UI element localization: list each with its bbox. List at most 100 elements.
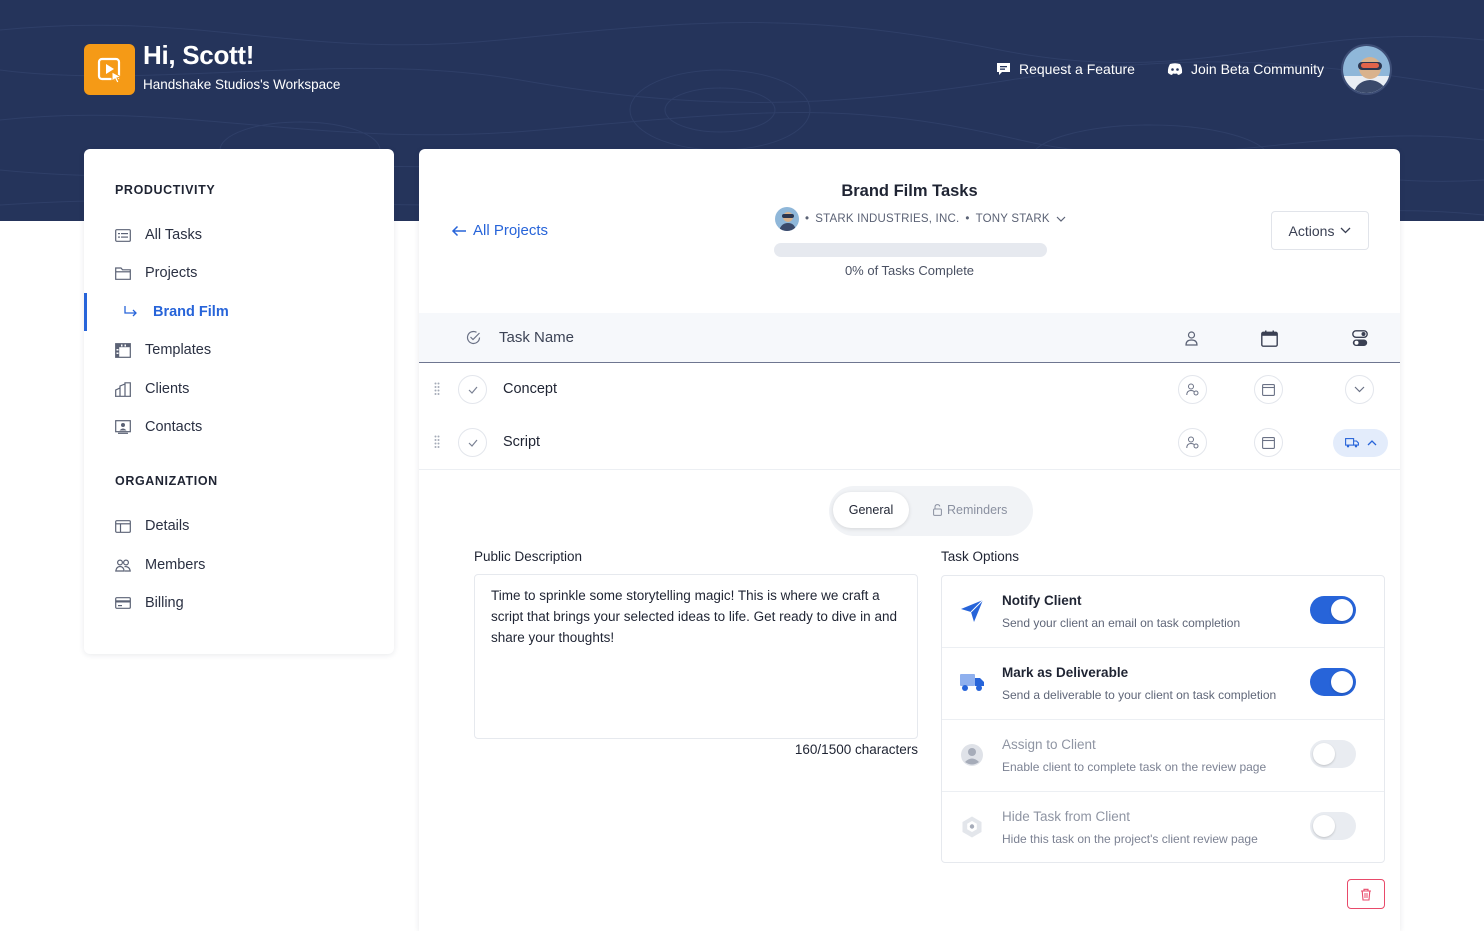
calendar-column-icon[interactable] (1260, 329, 1278, 347)
sidebar-item-label: Contacts (145, 419, 203, 435)
mark-deliverable-toggle[interactable] (1310, 668, 1356, 696)
task-name[interactable]: Concept (503, 381, 557, 397)
option-title: Mark as Deliverable (1002, 665, 1129, 680)
play-cursor-icon (97, 57, 122, 84)
sidebar-item-projects[interactable]: Projects (84, 254, 394, 292)
sidebar-item-details[interactable]: Details (84, 507, 394, 545)
option-subtitle: Hide this task on the project's client r… (1002, 832, 1258, 846)
project-title: Brand Film Tasks (841, 182, 978, 200)
assignee-column-icon[interactable] (1182, 329, 1200, 347)
user-add-icon (1186, 383, 1199, 396)
calendar-icon (1262, 384, 1275, 396)
collapse-row-button[interactable] (1333, 429, 1388, 457)
task-options-list: Notify Client Send your client an email … (941, 575, 1385, 863)
due-date-button[interactable] (1254, 428, 1283, 457)
sidebar-item-members[interactable]: Members (84, 546, 394, 584)
bullet-dot: • (965, 213, 970, 225)
user-circle-icon (959, 742, 985, 768)
tab-reminders[interactable]: Reminders (933, 492, 1007, 528)
task-table-header: Task Name (419, 313, 1400, 363)
chevron-down-icon (1340, 227, 1351, 234)
drag-handle-icon[interactable] (434, 382, 440, 401)
credit-card-icon (115, 595, 131, 611)
chat-bubble-icon (997, 63, 1010, 75)
table-row[interactable]: Concept (419, 363, 1400, 416)
delete-task-button[interactable] (1347, 879, 1385, 909)
chevron-down-icon (1056, 216, 1066, 222)
public-description-input[interactable]: Time to sprinkle some storytelling magic… (474, 574, 918, 739)
request-feature-label: Request a Feature (1019, 61, 1135, 77)
sidebar-item-templates[interactable]: Templates (84, 331, 394, 369)
greeting-title: Hi, Scott! (143, 40, 255, 70)
request-feature-link[interactable]: Request a Feature (996, 61, 1135, 77)
table-row[interactable]: Script (419, 416, 1400, 469)
complete-task-button[interactable] (458, 428, 487, 457)
calendar-icon (1262, 437, 1275, 449)
assign-client-toggle[interactable] (1310, 740, 1356, 768)
option-assign-client: Assign to Client Enable client to comple… (942, 720, 1384, 792)
project-meta[interactable]: • STARK INDUSTRIES, INC. • TONY STARK (775, 207, 1066, 231)
sidebar-item-label: All Tasks (145, 227, 202, 243)
sidebar-item-clients[interactable]: Clients (84, 370, 394, 408)
project-panel: All Projects Brand Film Tasks • STARK IN… (419, 149, 1400, 931)
all-projects-link[interactable]: All Projects (451, 222, 548, 239)
check-circle-icon (466, 330, 481, 350)
workspace-name: Handshake Studios's Workspace (143, 77, 341, 92)
workspace-logo[interactable] (84, 44, 135, 95)
option-subtitle: Send a deliverable to your client on tas… (1002, 688, 1277, 702)
sidebar-item-label: Details (145, 518, 190, 534)
contact-name: TONY STARK (975, 213, 1050, 225)
column-task-name[interactable]: Task Name (499, 329, 574, 346)
hide-task-toggle[interactable] (1310, 812, 1356, 840)
assign-user-button[interactable] (1178, 428, 1207, 457)
film-strip-icon (115, 342, 131, 358)
notify-client-toggle[interactable] (1310, 596, 1356, 624)
bullet-dot: • (805, 213, 810, 225)
option-title: Notify Client (1002, 593, 1082, 608)
option-subtitle: Enable client to complete task on the re… (1002, 760, 1267, 774)
sidebar-item-billing[interactable]: Billing (84, 584, 394, 622)
sidebar-item-label: Billing (145, 595, 184, 611)
hexagon-icon (959, 814, 985, 840)
task-progress-bar (774, 243, 1047, 257)
section-title-organization: ORGANIZATION (115, 474, 218, 488)
toggles-column-icon[interactable] (1351, 329, 1369, 347)
sidebar-item-all-tasks[interactable]: All Tasks (84, 216, 394, 254)
users-icon (115, 557, 131, 573)
lock-icon (933, 504, 942, 516)
tab-general[interactable]: General (833, 492, 909, 528)
option-title: Hide Task from Client (1002, 809, 1131, 824)
join-community-link[interactable]: Join Beta Community (1167, 61, 1324, 77)
sidebar-item-brand-film[interactable]: Brand Film (84, 293, 394, 331)
actions-dropdown[interactable]: Actions (1271, 211, 1369, 250)
join-community-label: Join Beta Community (1191, 61, 1325, 77)
delivery-truck-icon (959, 670, 985, 696)
check-icon (468, 439, 477, 447)
character-count: 160/1500 characters (794, 742, 918, 757)
sidebar-item-label: Templates (145, 342, 212, 358)
option-hide-task: Hide Task from Client Hide this task on … (942, 792, 1384, 864)
divider (419, 469, 1400, 470)
actions-label: Actions (1288, 222, 1335, 239)
task-name[interactable]: Script (503, 434, 540, 450)
progress-text: 0% of Tasks Complete (844, 263, 975, 278)
window-icon (115, 518, 131, 534)
sidebar: PRODUCTIVITY All Tasks Projects Brand Fi… (84, 149, 394, 654)
complete-task-button[interactable] (458, 375, 487, 404)
tab-reminders-label: Reminders (947, 503, 1008, 517)
paper-plane-icon (959, 598, 985, 624)
user-avatar[interactable] (1341, 44, 1392, 95)
assign-user-button[interactable] (1178, 375, 1207, 404)
list-icon (115, 227, 131, 243)
delivery-truck-icon (1344, 438, 1359, 448)
option-mark-deliverable: Mark as Deliverable Send a deliverable t… (942, 648, 1384, 720)
option-subtitle: Send your client an email on task comple… (1002, 616, 1241, 630)
expand-row-button[interactable] (1345, 375, 1374, 404)
all-projects-label: All Projects (473, 222, 549, 239)
drag-handle-icon[interactable] (434, 435, 440, 454)
public-description-label: Public Description (474, 549, 583, 564)
building-icon (115, 381, 131, 397)
sidebar-item-contacts[interactable]: Contacts (84, 408, 394, 446)
due-date-button[interactable] (1254, 375, 1283, 404)
client-name: STARK INDUSTRIES, INC. (815, 213, 960, 225)
